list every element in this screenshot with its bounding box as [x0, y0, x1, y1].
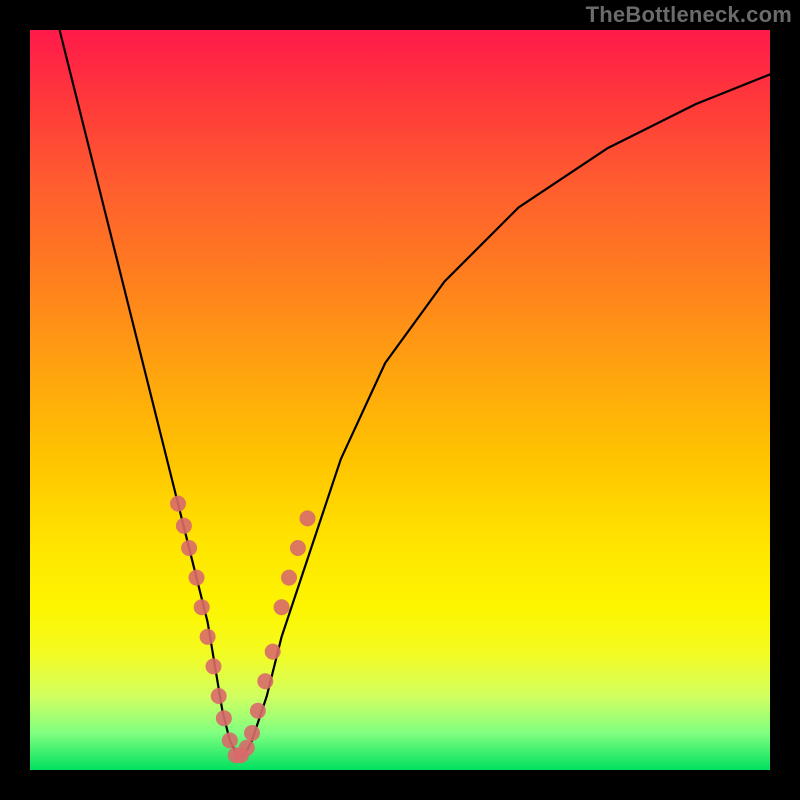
- marker-dot: [257, 673, 273, 689]
- marker-dot: [265, 644, 281, 660]
- marker-dot: [181, 540, 197, 556]
- curve-path-group: [60, 30, 770, 755]
- marker-dot: [170, 496, 186, 512]
- watermark-text: TheBottleneck.com: [586, 2, 792, 28]
- marker-dot: [281, 570, 297, 586]
- chart-container: TheBottleneck.com: [0, 0, 800, 800]
- plot-area: [30, 30, 770, 770]
- marker-dot: [189, 570, 205, 586]
- marker-dot: [200, 629, 216, 645]
- marker-dot: [300, 510, 316, 526]
- marker-dots: [170, 496, 316, 764]
- marker-dot: [239, 740, 255, 756]
- marker-dot: [250, 703, 266, 719]
- marker-dot: [290, 540, 306, 556]
- marker-dot: [211, 688, 227, 704]
- marker-dot: [222, 732, 238, 748]
- chart-svg: [30, 30, 770, 770]
- marker-dot: [274, 599, 290, 615]
- marker-dot: [176, 518, 192, 534]
- marker-dot: [244, 725, 260, 741]
- marker-dot: [206, 658, 222, 674]
- marker-dot: [216, 710, 232, 726]
- bottleneck-curve: [60, 30, 770, 755]
- marker-dot: [194, 599, 210, 615]
